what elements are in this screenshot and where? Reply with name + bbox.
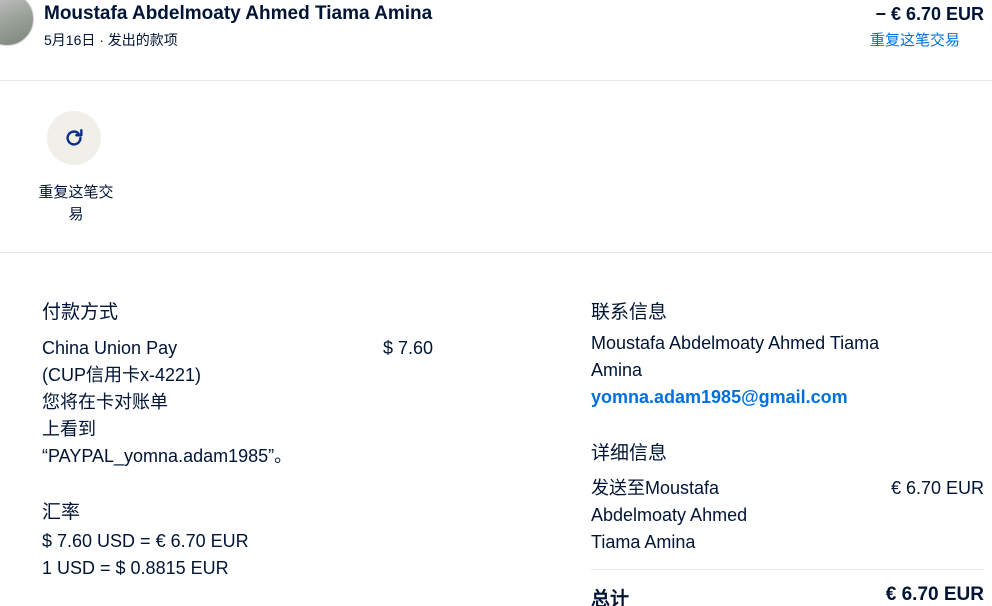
transaction-amount: − € 6.70 EUR <box>875 4 984 24</box>
exchange-rate-title: 汇率 <box>42 502 81 523</box>
sent-amount: € 6.70 EUR <box>890 478 984 498</box>
total-label: 总计 <box>591 589 630 606</box>
action-bar: 重复这笔交 易 <box>0 81 992 253</box>
contact-email-link[interactable]: yomna.adam1985@gmail.com <box>591 384 848 411</box>
payment-method-line: 上看到 <box>42 419 96 439</box>
transaction-header: Moustafa Abdelmoaty Ahmed Tiama Amina 5月… <box>0 0 992 81</box>
repeat-transaction-label[interactable]: 重复这笔交 易 <box>30 182 122 226</box>
sent-to-label: 发送至Moustafa Abdelmoaty Ahmed Tiama Amina <box>591 478 748 552</box>
transaction-details-page: Moustafa Abdelmoaty Ahmed Tiama Amina 5月… <box>0 0 992 606</box>
avatar <box>0 0 34 46</box>
payment-method-line: 您将在卡对账单 <box>42 392 168 412</box>
repeat-transaction-button[interactable] <box>47 111 101 165</box>
details-title: 详细信息 <box>591 443 668 464</box>
payee-name: Moustafa Abdelmoaty Ahmed Tiama Amina <box>44 3 433 24</box>
contact-name: Moustafa Abdelmoaty Ahmed Tiama Amina <box>591 333 880 380</box>
refresh-icon <box>66 129 83 146</box>
payment-method-details: China Union Pay (CUP信用卡x-4221) 您将在卡对账单 上… <box>42 335 332 470</box>
payment-method-line: China Union Pay <box>42 338 178 358</box>
total-amount: € 6.70 EUR <box>885 584 984 605</box>
exchange-rate-line: $ 7.60 USD = € 6.70 EUR <box>42 531 249 551</box>
payment-amount: $ 7.60 <box>383 338 434 358</box>
total-divider <box>591 569 984 570</box>
exchange-rate-details: $ 7.60 USD = € 6.70 EUR 1 USD = $ 0.8815… <box>42 528 362 582</box>
exchange-rate-line: 1 USD = $ 0.8815 EUR <box>42 558 229 578</box>
repeat-transaction-link[interactable]: 重复这笔交易 <box>870 29 960 50</box>
payment-method-line: “PAYPAL_yomna.adam1985”。 <box>42 446 293 466</box>
contact-info-title: 联系信息 <box>591 302 668 323</box>
payment-method-title: 付款方式 <box>42 302 119 323</box>
transaction-date-type: 5月16日 · 发出的款项 <box>44 32 178 48</box>
payment-method-line: (CUP信用卡x-4221) <box>42 365 202 385</box>
